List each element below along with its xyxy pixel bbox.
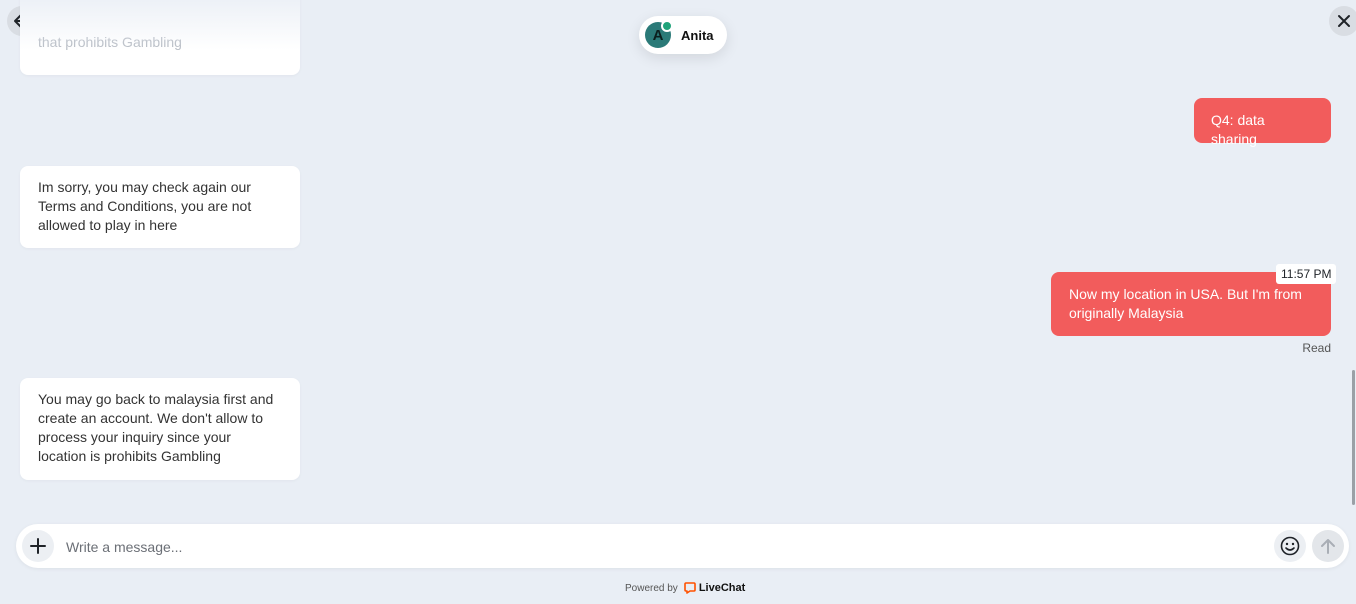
messages-scrollbar[interactable] bbox=[1352, 60, 1355, 510]
message-timestamp: 11:57 PM bbox=[1276, 264, 1337, 284]
message-text: Q4: data sharing bbox=[1211, 112, 1265, 147]
livechat-brand[interactable]: LiveChat bbox=[699, 582, 745, 594]
message-input[interactable] bbox=[64, 534, 1268, 560]
close-button[interactable] bbox=[1329, 6, 1356, 36]
incoming-message-bubble: that prohibits Gambling bbox=[20, 0, 300, 75]
powered-by-footer: Powered by LiveChat bbox=[625, 581, 745, 595]
read-receipt: Read bbox=[1302, 341, 1331, 355]
incoming-message-bubble: Im sorry, you may check again our Terms … bbox=[20, 166, 300, 248]
add-attachment-button[interactable] bbox=[22, 530, 54, 562]
chat-widget: A Anita that prohibits Gambling Q4: data… bbox=[0, 0, 1356, 604]
outgoing-message-bubble: Q4: data sharing bbox=[1194, 98, 1331, 147]
smiley-icon bbox=[1280, 536, 1300, 556]
avatar: A bbox=[645, 20, 673, 48]
send-button[interactable] bbox=[1312, 530, 1344, 562]
agent-name: Anita bbox=[681, 27, 714, 43]
livechat-logo-icon bbox=[684, 582, 696, 594]
message-text: Im sorry, you may check again our Terms … bbox=[38, 179, 252, 233]
message-text: You may go back to malaysia first and cr… bbox=[38, 391, 274, 464]
arrow-up-icon bbox=[1321, 539, 1335, 554]
scrollbar-thumb[interactable] bbox=[1352, 370, 1355, 505]
powered-by-label: Powered by bbox=[625, 582, 678, 594]
online-status-dot bbox=[661, 20, 673, 32]
message-composer bbox=[16, 524, 1349, 568]
emoji-button[interactable] bbox=[1274, 530, 1306, 562]
agent-header[interactable]: A Anita bbox=[639, 16, 727, 54]
incoming-message-bubble: You may go back to malaysia first and cr… bbox=[20, 378, 300, 480]
message-text: Now my location in USA. But I'm from ori… bbox=[1069, 286, 1302, 321]
close-icon bbox=[1338, 15, 1350, 27]
plus-icon bbox=[30, 538, 46, 554]
message-text: that prohibits Gambling bbox=[38, 34, 182, 50]
